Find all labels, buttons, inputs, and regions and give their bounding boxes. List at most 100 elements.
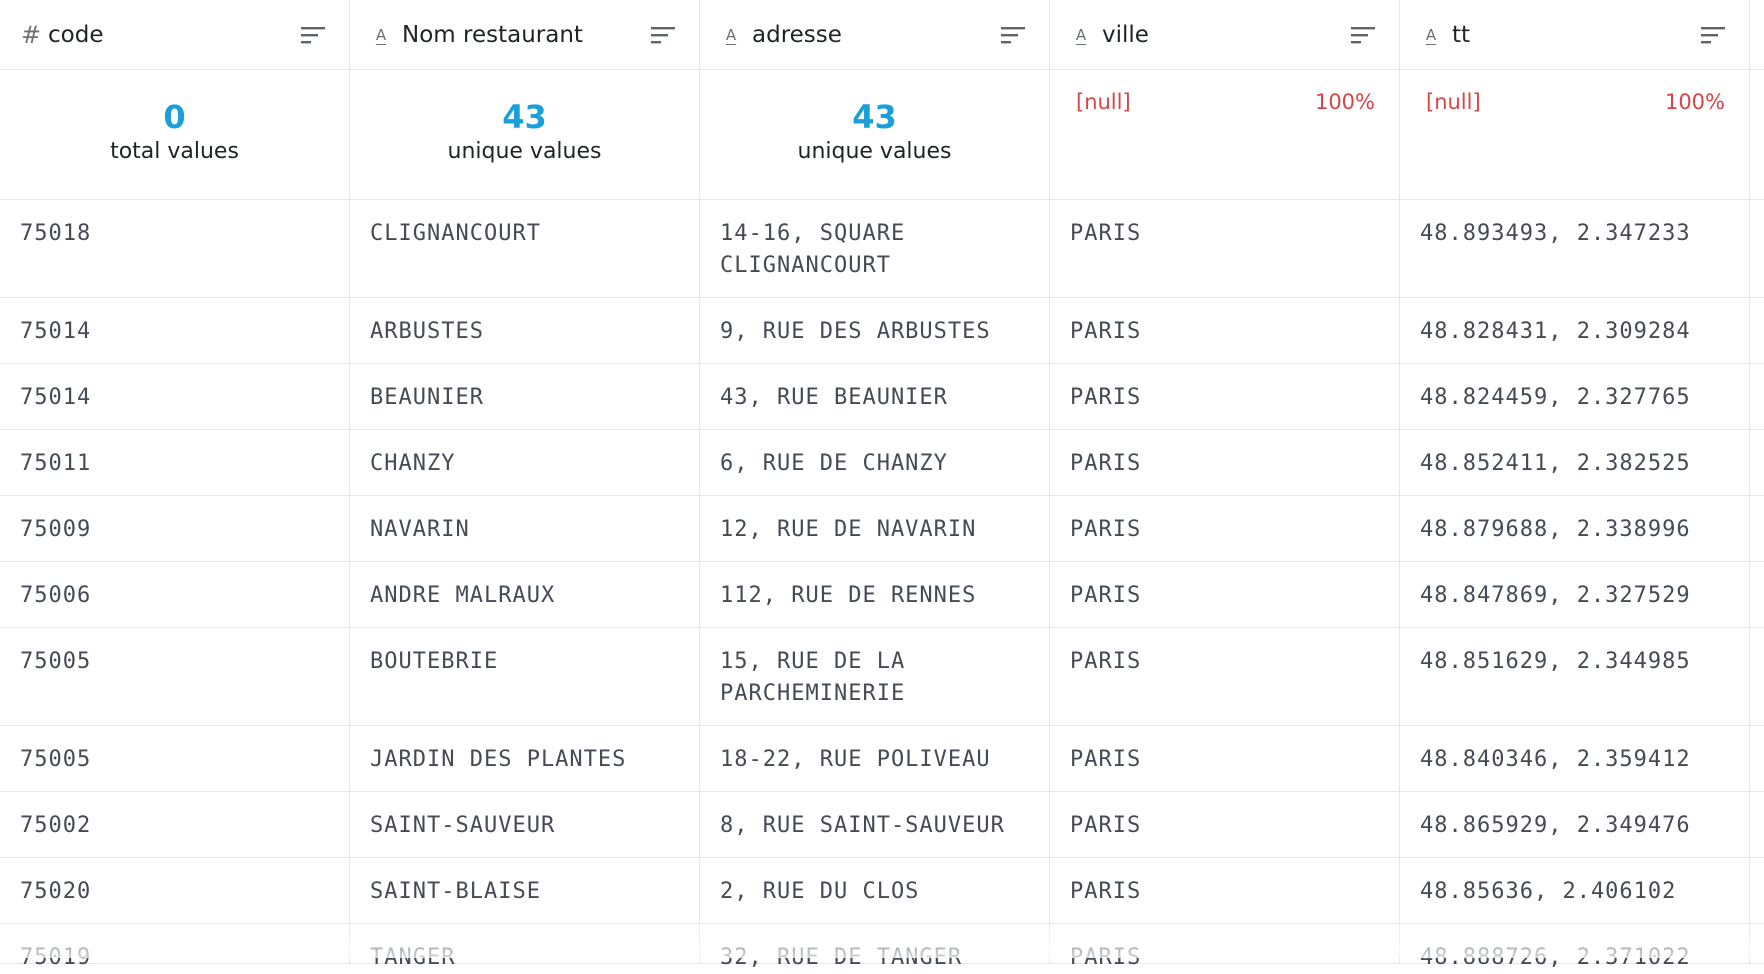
- sort-icon[interactable]: [1349, 24, 1377, 46]
- table-row[interactable]: 75011 CHANZY 6, RUE DE CHANZY PARIS 48.8…: [0, 430, 1764, 496]
- sort-icon[interactable]: [649, 24, 677, 46]
- cell-tt[interactable]: 48.879688, 2.338996: [1400, 496, 1750, 561]
- header-row: # code A Nom restaurant A adresse A vill…: [0, 0, 1764, 70]
- cell-tt[interactable]: 48.85636, 2.406102: [1400, 858, 1750, 923]
- cell-adresse[interactable]: 8, RUE SAINT-SAUVEUR: [700, 792, 1050, 857]
- cell-tt[interactable]: 48.888726, 2.371022: [1400, 924, 1750, 970]
- column-header-adresse[interactable]: A adresse: [700, 0, 1050, 69]
- text-type-icon: A: [1425, 25, 1437, 44]
- cell-adresse[interactable]: 9, RUE DES ARBUSTES: [700, 298, 1050, 363]
- cell-ville[interactable]: PARIS: [1050, 430, 1400, 495]
- stats-ville: [null] 100%: [1050, 70, 1400, 199]
- cell-code[interactable]: 75014: [0, 364, 350, 429]
- cell-nom-restaurant[interactable]: JARDIN DES PLANTES: [350, 726, 700, 791]
- cell-tt[interactable]: 48.893493, 2.347233: [1400, 200, 1750, 297]
- stat-label: unique values: [447, 139, 602, 165]
- cell-nom-restaurant[interactable]: ARBUSTES: [350, 298, 700, 363]
- cell-ville[interactable]: PARIS: [1050, 628, 1400, 725]
- stat-value: 43: [502, 98, 547, 136]
- null-percentage: 100%: [1664, 90, 1725, 114]
- null-label: [null]: [1076, 90, 1131, 114]
- column-name: adresse: [752, 21, 842, 48]
- null-percentage: 100%: [1314, 90, 1375, 114]
- column-header-code[interactable]: # code: [0, 0, 350, 69]
- cell-code[interactable]: 75005: [0, 726, 350, 791]
- cell-code[interactable]: 75011: [0, 430, 350, 495]
- column-name: code: [48, 21, 104, 48]
- cell-adresse[interactable]: 14-16, SQUARE CLIGNANCOURT: [700, 200, 1050, 297]
- cell-code[interactable]: 75006: [0, 562, 350, 627]
- cell-nom-restaurant[interactable]: TANGER: [350, 924, 700, 970]
- cell-tt[interactable]: 48.828431, 2.309284: [1400, 298, 1750, 363]
- cell-adresse[interactable]: 2, RUE DU CLOS: [700, 858, 1050, 923]
- cell-adresse[interactable]: 112, RUE DE RENNES: [700, 562, 1050, 627]
- cell-tt[interactable]: 48.852411, 2.382525: [1400, 430, 1750, 495]
- row-filler: [1750, 858, 1764, 923]
- table-row[interactable]: 75018 CLIGNANCOURT 14-16, SQUARE CLIGNAN…: [0, 200, 1764, 298]
- cell-adresse[interactable]: 43, RUE BEAUNIER: [700, 364, 1050, 429]
- table-row[interactable]: 75014 ARBUSTES 9, RUE DES ARBUSTES PARIS…: [0, 298, 1764, 364]
- cell-nom-restaurant[interactable]: CLIGNANCOURT: [350, 200, 700, 297]
- row-filler: [1750, 562, 1764, 627]
- cell-tt[interactable]: 48.851629, 2.344985: [1400, 628, 1750, 725]
- cell-tt[interactable]: 48.824459, 2.327765: [1400, 364, 1750, 429]
- cell-tt[interactable]: 48.840346, 2.359412: [1400, 726, 1750, 791]
- row-filler: [1750, 924, 1764, 963]
- cell-nom-restaurant[interactable]: BEAUNIER: [350, 364, 700, 429]
- cell-ville[interactable]: PARIS: [1050, 924, 1400, 970]
- table-row[interactable]: 75005 BOUTEBRIE 15, RUE DE LA PARCHEMINE…: [0, 628, 1764, 726]
- cell-code[interactable]: 75002: [0, 792, 350, 857]
- cell-adresse[interactable]: 12, RUE DE NAVARIN: [700, 496, 1050, 561]
- cell-nom-restaurant[interactable]: SAINT-BLAISE: [350, 858, 700, 923]
- table-row[interactable]: 75009 NAVARIN 12, RUE DE NAVARIN PARIS 4…: [0, 496, 1764, 562]
- cell-code[interactable]: 75020: [0, 858, 350, 923]
- cell-ville[interactable]: PARIS: [1050, 298, 1400, 363]
- cell-ville[interactable]: PARIS: [1050, 858, 1400, 923]
- cell-code[interactable]: 75018: [0, 200, 350, 297]
- sort-icon[interactable]: [299, 24, 327, 46]
- cell-ville[interactable]: PARIS: [1050, 726, 1400, 791]
- table-row[interactable]: 75006 ANDRE MALRAUX 112, RUE DE RENNES P…: [0, 562, 1764, 628]
- sort-icon[interactable]: [1699, 24, 1727, 46]
- text-type-icon: A: [725, 25, 737, 44]
- sort-icon[interactable]: [999, 24, 1027, 46]
- table-row[interactable]: 75019 TANGER 32, RUE DE TANGER PARIS 48.…: [0, 924, 1764, 970]
- cell-code[interactable]: 75019: [0, 924, 350, 970]
- header-filler: [1750, 0, 1764, 69]
- row-filler: [1750, 792, 1764, 857]
- column-header-tt[interactable]: A tt: [1400, 0, 1750, 69]
- cell-nom-restaurant[interactable]: NAVARIN: [350, 496, 700, 561]
- cell-adresse[interactable]: 32, RUE DE TANGER: [700, 924, 1050, 970]
- cell-tt[interactable]: 48.847869, 2.327529: [1400, 562, 1750, 627]
- text-type-icon: A: [375, 25, 387, 44]
- cell-tt[interactable]: 48.865929, 2.349476: [1400, 792, 1750, 857]
- stat-label: total values: [110, 139, 239, 165]
- cell-code[interactable]: 75014: [0, 298, 350, 363]
- row-filler: [1750, 298, 1764, 363]
- cell-nom-restaurant[interactable]: SAINT-SAUVEUR: [350, 792, 700, 857]
- table-row[interactable]: 75002 SAINT-SAUVEUR 8, RUE SAINT-SAUVEUR…: [0, 792, 1764, 858]
- cell-ville[interactable]: PARIS: [1050, 792, 1400, 857]
- cell-ville[interactable]: PARIS: [1050, 496, 1400, 561]
- cell-ville[interactable]: PARIS: [1050, 200, 1400, 297]
- cell-ville[interactable]: PARIS: [1050, 562, 1400, 627]
- cell-adresse[interactable]: 6, RUE DE CHANZY: [700, 430, 1050, 495]
- table-row[interactable]: 75020 SAINT-BLAISE 2, RUE DU CLOS PARIS …: [0, 858, 1764, 924]
- table-row[interactable]: 75014 BEAUNIER 43, RUE BEAUNIER PARIS 48…: [0, 364, 1764, 430]
- number-type-icon: #: [20, 20, 42, 49]
- column-name: tt: [1452, 21, 1471, 48]
- column-stats-row: 0 total values 43 unique values 43 uniqu…: [0, 70, 1764, 200]
- stats-adresse: 43 unique values: [700, 70, 1050, 199]
- cell-nom-restaurant[interactable]: CHANZY: [350, 430, 700, 495]
- column-header-nom-restaurant[interactable]: A Nom restaurant: [350, 0, 700, 69]
- cell-nom-restaurant[interactable]: BOUTEBRIE: [350, 628, 700, 725]
- cell-adresse[interactable]: 15, RUE DE LA PARCHEMINERIE: [700, 628, 1050, 725]
- cell-code[interactable]: 75005: [0, 628, 350, 725]
- cell-code[interactable]: 75009: [0, 496, 350, 561]
- cell-ville[interactable]: PARIS: [1050, 364, 1400, 429]
- row-filler: [1750, 430, 1764, 495]
- column-header-ville[interactable]: A ville: [1050, 0, 1400, 69]
- cell-nom-restaurant[interactable]: ANDRE MALRAUX: [350, 562, 700, 627]
- table-row[interactable]: 75005 JARDIN DES PLANTES 18-22, RUE POLI…: [0, 726, 1764, 792]
- cell-adresse[interactable]: 18-22, RUE POLIVEAU: [700, 726, 1050, 791]
